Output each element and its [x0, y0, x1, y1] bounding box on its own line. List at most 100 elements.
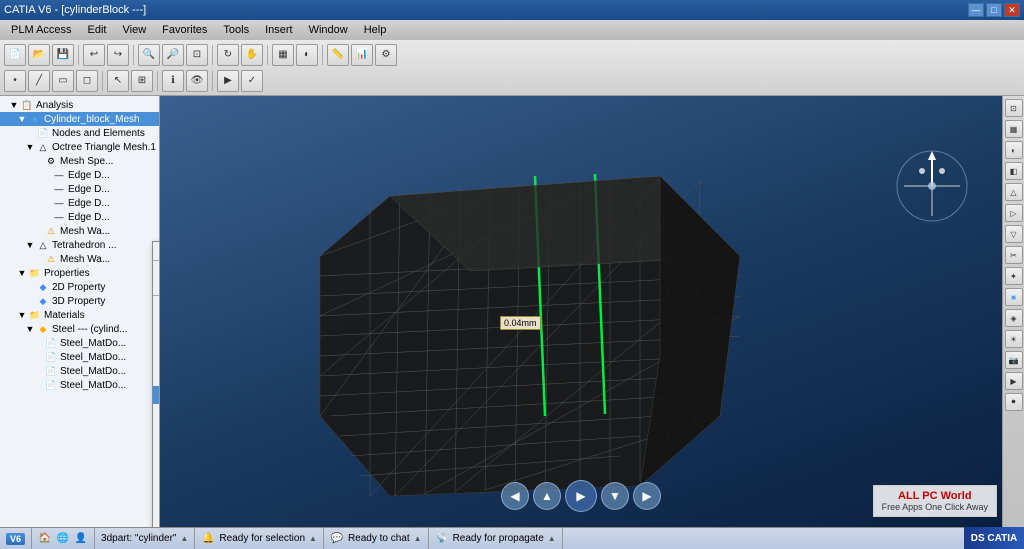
tb-fit[interactable]: ⊡ — [186, 44, 208, 66]
tb-undo[interactable]: ↩ — [83, 44, 105, 66]
tb-zoom-in[interactable]: 🔍 — [138, 44, 160, 66]
ctx-simulation[interactable]: Simulation ▶ — [153, 404, 160, 422]
viewport[interactable]: 0.04mm ◀ ▲ ▶ — [160, 96, 1002, 527]
tb-zoom-out[interactable]: 🔎 — [162, 44, 184, 66]
tb-settings[interactable]: ⚙ — [375, 44, 397, 66]
menu-view[interactable]: View — [116, 21, 154, 39]
nav-play-button[interactable]: ▶ — [565, 480, 597, 512]
status-part-arrow[interactable]: ▲ — [180, 534, 188, 543]
tree-meshwarn1[interactable]: ⚠ Mesh Wa... — [0, 224, 159, 238]
tb-mesh[interactable]: ▦ — [272, 44, 294, 66]
tree-meshwarn2[interactable]: ⚠ Mesh Wa... — [0, 252, 159, 266]
ctx-exit[interactable]: Exit — [153, 242, 160, 260]
rt-view3[interactable]: ◐ — [1005, 141, 1023, 159]
tb-measure[interactable]: 📏 — [327, 44, 349, 66]
ctx-recent2[interactable]: 2 Steel --- — [153, 278, 160, 295]
menu-help[interactable]: Help — [357, 21, 394, 39]
tb-select[interactable]: ↖ — [107, 70, 129, 92]
tree-edge4[interactable]: — Edge D... — [0, 210, 159, 224]
tb-multiselect[interactable]: ⊞ — [131, 70, 153, 92]
ctx-automation[interactable]: Automation — [153, 512, 160, 527]
menu-insert[interactable]: Insert — [258, 21, 300, 39]
tb-line[interactable]: ╱ — [28, 70, 50, 92]
ctx-digitalmockup[interactable]: Digital Mockup ▶ — [153, 440, 160, 458]
ctx-ergonomics[interactable]: Ergonomics ▶ — [153, 494, 160, 512]
ctx-equipment[interactable]: Equipment ▶ — [153, 368, 160, 386]
ctx-systems[interactable]: Systems ▶ — [153, 314, 160, 332]
tree-steelmat1[interactable]: 📄 Steel_MatDo... — [0, 336, 159, 350]
tb-compute[interactable]: ▶ — [217, 70, 239, 92]
tree-octree[interactable]: ▼ △ Octree Triangle Mesh.1 — [0, 140, 159, 154]
ctx-recent1[interactable]: 1 cylinderBlock --- — [153, 260, 160, 278]
tree-edge1[interactable]: — Edge D... — [0, 168, 159, 182]
tb-hide[interactable]: 👁 — [186, 70, 208, 92]
menu-tools[interactable]: Tools — [216, 21, 256, 39]
home-icon[interactable]: 🏠 — [38, 532, 52, 546]
menu-edit[interactable]: Edit — [81, 21, 114, 39]
tb-properties[interactable]: ℹ — [162, 70, 184, 92]
rt-record[interactable]: ⏺ — [1005, 393, 1023, 411]
rt-section[interactable]: ✂ — [1005, 246, 1023, 264]
status-chat-arrow[interactable]: ▲ — [414, 534, 422, 543]
rt-view2[interactable]: ▦ — [1005, 120, 1023, 138]
tree-materials[interactable]: ▼ 📁 Materials — [0, 308, 159, 322]
tree-analysis[interactable]: ▼ 📋 Analysis — [0, 98, 159, 112]
ctx-knowledgeware[interactable]: Knowledgeware ▶ — [153, 386, 160, 404]
ctx-infrastructure[interactable]: Infrastructure ▶ — [153, 295, 160, 314]
rt-explode[interactable]: ✦ — [1005, 267, 1023, 285]
globe-icon[interactable]: 🌐 — [56, 532, 70, 546]
tb-save[interactable]: 💾 — [52, 44, 74, 66]
rt-light[interactable]: ☀ — [1005, 330, 1023, 348]
tb-new[interactable]: 📄 — [4, 44, 26, 66]
menu-plmaccess[interactable]: PLM Access — [4, 21, 79, 39]
tree-meshspec[interactable]: ⚙ Mesh Spe... — [0, 154, 159, 168]
rt-view1[interactable]: ⊡ — [1005, 99, 1023, 117]
tb-pan[interactable]: ✋ — [241, 44, 263, 66]
tree-edge3[interactable]: — Edge D... — [0, 196, 159, 210]
tb-rotate[interactable]: ↻ — [217, 44, 239, 66]
maximize-button[interactable]: □ — [986, 3, 1002, 17]
rt-camera[interactable]: 📷 — [1005, 351, 1023, 369]
menu-favorites[interactable]: Favorites — [155, 21, 214, 39]
tb-solid[interactable]: ◻ — [76, 70, 98, 92]
rt-animate[interactable]: ▶ — [1005, 372, 1023, 390]
ctx-manufacturing[interactable]: Manufacturing Planning ▶ — [153, 458, 160, 476]
tree-3dprop[interactable]: ◆ 3D Property — [0, 294, 159, 308]
menu-window[interactable]: Window — [302, 21, 355, 39]
rt-material[interactable]: ◈ — [1005, 309, 1023, 327]
rt-iso[interactable]: ◧ — [1005, 162, 1023, 180]
status-selection-arrow[interactable]: ▲ — [309, 534, 317, 543]
ctx-robotics[interactable]: Robotics — [153, 476, 160, 494]
tb-open[interactable]: 📂 — [28, 44, 50, 66]
tree-steelmat4[interactable]: 📄 Steel_MatDo... — [0, 378, 159, 392]
tb-shade[interactable]: ◐ — [296, 44, 318, 66]
rt-top[interactable]: △ — [1005, 183, 1023, 201]
nav-prev-button[interactable]: ◀ — [501, 482, 529, 510]
tb-validate[interactable]: ✓ — [241, 70, 263, 92]
tree-2dprop[interactable]: ◆ 2D Property — [0, 280, 159, 294]
tree-cylinder-mesh[interactable]: ▼ ● Cylinder_block_Mesh — [0, 112, 159, 126]
tree-properties[interactable]: ▼ 📁 Properties — [0, 266, 159, 280]
tree-steel-cyl[interactable]: ▼ ◆ Steel --- (cylind... — [0, 322, 159, 336]
tree-steelmat2[interactable]: 📄 Steel_MatDo... — [0, 350, 159, 364]
tb-plane[interactable]: ▭ — [52, 70, 74, 92]
tree-nodes-elements[interactable]: 📄 Nodes and Elements — [0, 126, 159, 140]
status-propagate-arrow[interactable]: ▲ — [548, 534, 556, 543]
user-icon[interactable]: 👤 — [74, 532, 88, 546]
ctx-mechanical[interactable]: Mechanical ▶ — [153, 350, 160, 368]
ctx-shape[interactable]: Shape ▶ — [153, 332, 160, 350]
close-button[interactable]: ✕ — [1004, 3, 1020, 17]
tb-analysis[interactable]: 📊 — [351, 44, 373, 66]
tree-tetra[interactable]: ▼ △ Tetrahedron ... — [0, 238, 159, 252]
rt-color[interactable]: ■ — [1005, 288, 1023, 306]
tree-steelmat3[interactable]: 📄 Steel_MatDo... — [0, 364, 159, 378]
minimize-button[interactable]: — — [968, 3, 984, 17]
rt-front[interactable]: ▷ — [1005, 204, 1023, 222]
nav-down-button[interactable]: ▼ — [601, 482, 629, 510]
tree-edge2[interactable]: — Edge D... — [0, 182, 159, 196]
tb-point[interactable]: • — [4, 70, 26, 92]
nav-next-button[interactable]: ▶ — [633, 482, 661, 510]
rt-right[interactable]: ▽ — [1005, 225, 1023, 243]
nav-up-button[interactable]: ▲ — [533, 482, 561, 510]
ctx-machining[interactable]: Machining ▶ — [153, 422, 160, 440]
